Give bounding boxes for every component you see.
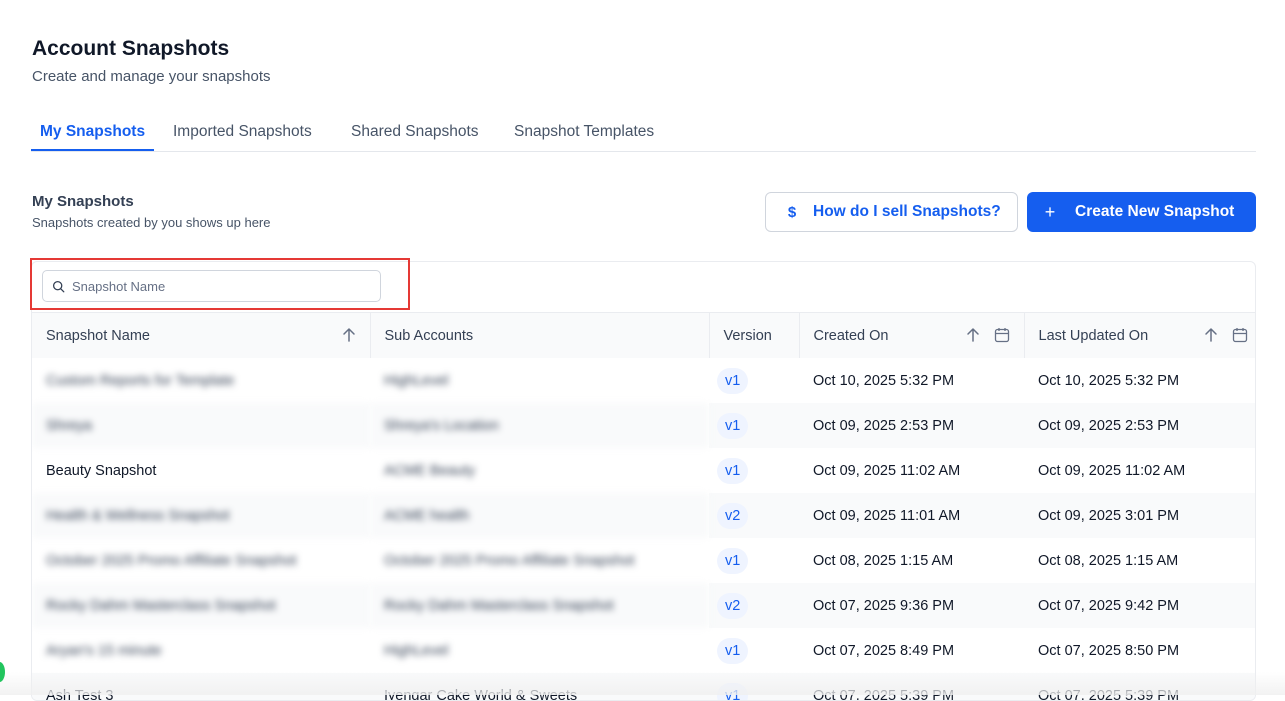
snapshot-name-cell[interactable]: Beauty Snapshot [32, 448, 370, 493]
created-on-cell: Oct 10, 2025 5:32 PM [799, 358, 1024, 403]
last-updated-cell: Oct 07, 2025 9:42 PM [1024, 583, 1256, 628]
status-dot [0, 662, 5, 682]
version-badge: v2 [717, 593, 748, 619]
created-on-cell: Oct 09, 2025 11:01 AM [799, 493, 1024, 538]
sub-account-cell: HighLevel [370, 358, 709, 403]
last-updated-cell: Oct 07, 2025 8:50 PM [1024, 628, 1256, 673]
table-row[interactable]: Custom Reports for Template HighLevel v1… [32, 358, 1256, 403]
snapshot-name-cell[interactable]: October 2025 Promo Affiliate Snapshot [32, 538, 370, 583]
version-badge: v1 [717, 413, 748, 439]
search-box [42, 270, 381, 302]
snapshots-table-card: Snapshot Name Sub Accounts Version Creat… [31, 261, 1256, 701]
table-row[interactable]: Shreya Shreya's Location v1 Oct 09, 2025… [32, 403, 1256, 448]
table-row[interactable]: Rocky Dahm Masterclass Snapshot Rocky Da… [32, 583, 1256, 628]
dollar-icon: $ [783, 204, 801, 221]
version-badge: v1 [717, 548, 748, 574]
sub-account-cell: Iyengar Cake World & Sweets [370, 673, 709, 701]
snapshot-name-cell[interactable]: Rocky Dahm Masterclass Snapshot [32, 583, 370, 628]
section-title: My Snapshots [32, 193, 270, 210]
created-on-cell: Oct 09, 2025 11:02 AM [799, 448, 1024, 493]
table-row[interactable]: Health & Wellness Snapshot ACME health v… [32, 493, 1256, 538]
created-on-cell: Oct 08, 2025 1:15 AM [799, 538, 1024, 583]
table-row[interactable]: Aryan's 15 minute HighLevel v1 Oct 07, 2… [32, 628, 1256, 673]
last-updated-cell: Oct 09, 2025 11:02 AM [1024, 448, 1256, 493]
tab-my-snapshots[interactable]: My Snapshots [31, 118, 154, 151]
snapshot-name-cell[interactable]: Custom Reports for Template [32, 358, 370, 403]
version-badge: v1 [717, 458, 748, 484]
how-to-sell-button[interactable]: $ How do I sell Snapshots? [765, 192, 1018, 232]
table-row[interactable]: Ash Test 3 Iyengar Cake World & Sweets v… [32, 673, 1256, 701]
sub-account-cell: ACME Beauty [370, 448, 709, 493]
version-badge: v1 [717, 368, 748, 394]
last-updated-cell: Oct 07, 2025 5:39 PM [1024, 673, 1256, 701]
page-subtitle: Create and manage your snapshots [32, 68, 270, 85]
sub-account-cell: Shreya's Location [370, 403, 709, 448]
snapshot-name-cell[interactable]: Ash Test 3 [32, 673, 370, 701]
calendar-icon[interactable] [1232, 327, 1248, 343]
tab-bar: My Snapshots Imported Snapshots Shared S… [31, 118, 1256, 152]
tab-shared-snapshots[interactable]: Shared Snapshots [342, 118, 488, 150]
table-row[interactable]: October 2025 Promo Affiliate Snapshot Oc… [32, 538, 1256, 583]
created-on-cell: Oct 07, 2025 5:39 PM [799, 673, 1024, 701]
plus-icon: + [1043, 202, 1057, 223]
page-title: Account Snapshots [32, 36, 270, 62]
table-header-row: Snapshot Name Sub Accounts Version Creat… [32, 313, 1256, 359]
sort-arrow-up-icon[interactable] [342, 327, 356, 343]
version-badge: v1 [717, 683, 748, 701]
snapshot-name-cell[interactable]: Health & Wellness Snapshot [32, 493, 370, 538]
version-badge: v2 [717, 503, 748, 529]
version-badge: v1 [717, 638, 748, 664]
column-header-version: Version [709, 313, 799, 359]
column-header-snapshot-name[interactable]: Snapshot Name [32, 313, 370, 359]
sub-account-cell: HighLevel [370, 628, 709, 673]
calendar-icon[interactable] [994, 327, 1010, 343]
last-updated-cell: Oct 10, 2025 5:32 PM [1024, 358, 1256, 403]
column-header-sub-accounts: Sub Accounts [370, 313, 709, 359]
table-row[interactable]: Beauty Snapshot ACME Beauty v1 Oct 09, 2… [32, 448, 1256, 493]
snapshots-table: Snapshot Name Sub Accounts Version Creat… [32, 312, 1256, 701]
column-header-created-on[interactable]: Created On [799, 313, 1024, 359]
column-header-last-updated-on[interactable]: Last Updated On [1024, 313, 1256, 359]
sub-account-cell: October 2025 Promo Affiliate Snapshot [370, 538, 709, 583]
snapshot-name-cell[interactable]: Shreya [32, 403, 370, 448]
last-updated-cell: Oct 09, 2025 3:01 PM [1024, 493, 1256, 538]
sort-arrow-up-icon[interactable] [966, 327, 980, 343]
last-updated-cell: Oct 09, 2025 2:53 PM [1024, 403, 1256, 448]
created-on-cell: Oct 07, 2025 9:36 PM [799, 583, 1024, 628]
page-header: Account Snapshots Create and manage your… [32, 36, 270, 85]
section-subtitle: Snapshots created by you shows up here [32, 215, 270, 230]
created-on-cell: Oct 09, 2025 2:53 PM [799, 403, 1024, 448]
sort-arrow-up-icon[interactable] [1204, 327, 1218, 343]
sub-account-cell: Rocky Dahm Masterclass Snapshot [370, 583, 709, 628]
created-on-cell: Oct 07, 2025 8:49 PM [799, 628, 1024, 673]
how-to-sell-label: How do I sell Snapshots? [813, 203, 1001, 221]
create-snapshot-button[interactable]: + Create New Snapshot [1027, 192, 1256, 232]
search-input[interactable] [70, 278, 364, 295]
last-updated-cell: Oct 08, 2025 1:15 AM [1024, 538, 1256, 583]
search-icon [52, 280, 65, 293]
tab-snapshot-templates[interactable]: Snapshot Templates [505, 118, 663, 150]
snapshot-name-cell[interactable]: Aryan's 15 minute [32, 628, 370, 673]
section-header: My Snapshots Snapshots created by you sh… [32, 193, 270, 230]
tab-imported-snapshots[interactable]: Imported Snapshots [164, 118, 321, 150]
create-snapshot-label: Create New Snapshot [1075, 203, 1234, 221]
sub-account-cell: ACME health [370, 493, 709, 538]
